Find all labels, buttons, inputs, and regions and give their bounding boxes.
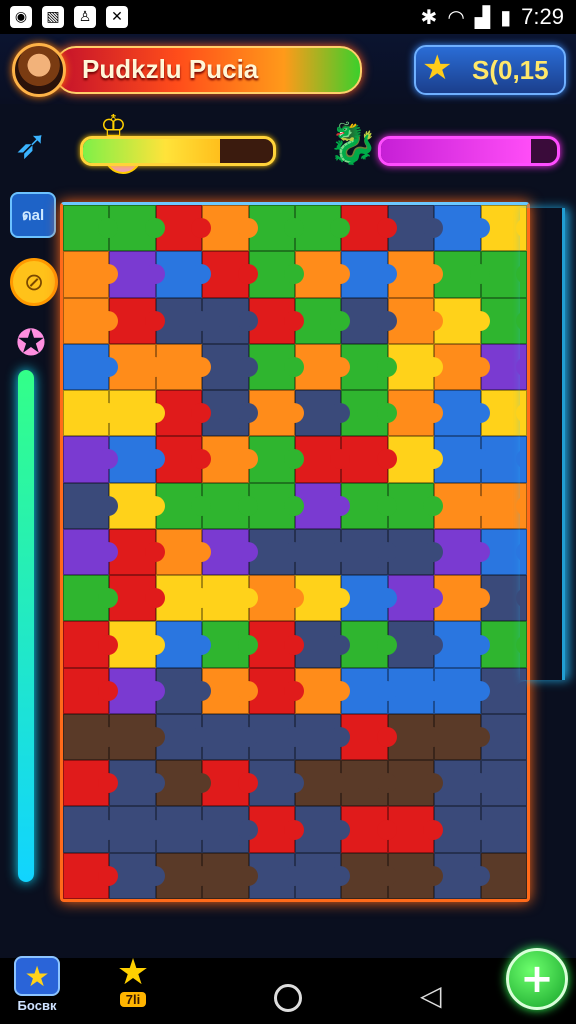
puzzle-piece[interactable] <box>63 297 119 344</box>
puzzle-piece[interactable] <box>63 436 119 483</box>
battery-icon: ▮ <box>500 5 512 29</box>
star-box-icon: ★ <box>14 956 60 996</box>
image-icon: ▧ <box>42 6 64 28</box>
add-button[interactable]: + <box>506 948 568 1010</box>
puzzle-piece[interactable] <box>63 621 119 668</box>
status-right-icons: ✱ ◠ ▟ ▮ 7:29 <box>421 0 564 34</box>
status-time: 7:29 <box>521 4 564 29</box>
wifi-icon: ◠ <box>447 5 465 29</box>
player-avatar[interactable] <box>12 43 66 97</box>
board-outline-glow <box>520 208 565 680</box>
player-progress-bar <box>80 136 276 166</box>
opponent-progress-fill <box>381 139 531 163</box>
puzzle-piece[interactable] <box>63 760 119 807</box>
nav-button-2[interactable]: ★ 7li <box>112 951 154 1007</box>
badge-button[interactable]: ดаl <box>10 192 56 238</box>
gold-star-icon: ★ <box>116 951 150 993</box>
back-button[interactable]: ◁ <box>420 982 442 1010</box>
title-bar: Pudkzlu Pucia <box>54 46 362 94</box>
puzzle-piece[interactable] <box>63 482 119 529</box>
puzzle-piece[interactable] <box>63 806 119 853</box>
puzzle-piece[interactable] <box>63 205 119 252</box>
shuffle-icon: ✕ <box>106 6 128 28</box>
star-icon: ★ <box>422 48 453 88</box>
puzzle-piece[interactable] <box>63 667 119 714</box>
badge-label: ดаl <box>21 207 45 224</box>
puzzle-piece[interactable] <box>63 852 119 899</box>
home-button[interactable] <box>274 984 302 1012</box>
status-left-icons: ◉ ▧ ♙ ✕ <box>10 6 128 28</box>
puzzle-board[interactable] <box>60 202 530 902</box>
puzzle-piece[interactable] <box>63 713 119 761</box>
score-value: S(0,15 <box>472 55 549 85</box>
puzzle-piece[interactable] <box>63 390 119 437</box>
notification-icon: ◉ <box>10 6 32 28</box>
status-bar: ◉ ▧ ♙ ✕ ✱ ◠ ▟ ▮ 7:29 <box>0 0 576 34</box>
nav-button-1-label: Бocвк <box>17 998 57 1013</box>
puzzle-piece[interactable] <box>63 528 119 576</box>
coin-icon[interactable]: ⊘ <box>10 258 58 306</box>
puzzle-piece[interactable] <box>63 343 119 391</box>
pink-star-icon[interactable]: ✪ <box>10 322 52 364</box>
opponent-progress-bar <box>378 136 560 166</box>
puzzle-piece[interactable] <box>63 251 119 298</box>
nav-button-2-label: 7li <box>119 992 147 1007</box>
dragon-icon: 🐉 <box>328 121 378 167</box>
vertical-energy-bar <box>18 370 34 882</box>
puzzle-piece[interactable] <box>63 575 119 622</box>
score-panel[interactable]: ★ S(0,15 <box>414 45 566 95</box>
bluetooth-icon: ✱ <box>420 5 438 29</box>
game-title: Pudkzlu Pucia <box>82 54 259 84</box>
nav-button-1[interactable]: ★ Бocвк <box>14 956 60 1013</box>
app-icon: ♙ <box>74 6 96 28</box>
bird-icon[interactable]: ➶ <box>10 122 52 168</box>
signal-icon: ▟ <box>474 5 491 29</box>
player-progress-fill <box>83 139 220 163</box>
